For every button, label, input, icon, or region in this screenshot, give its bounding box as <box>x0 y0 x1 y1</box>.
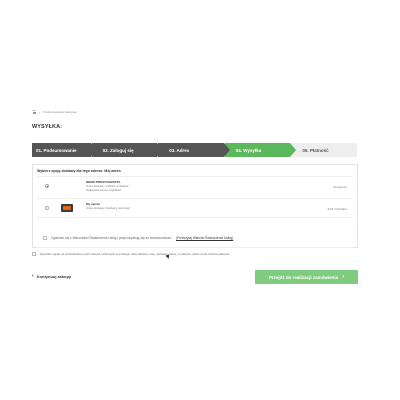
shipping-option-delivery-time: Czas dostawy: Delivery next day! <box>86 206 131 211</box>
shipping-option-store[interactable]: DEMO-PRESTASHOP.PL Czas dostawy: Odbiór … <box>37 176 353 196</box>
step-login[interactable]: 02. Zaloguj się <box>91 143 163 157</box>
shipping-header: Wybierz opcję dostawy dla tego adresu: M… <box>37 169 121 173</box>
data-consent: Wyrażam zgodę na przetwarzanie moich dan… <box>32 252 230 256</box>
mouse-cursor-icon <box>165 254 171 260</box>
terms-agreement: Zgadzam się z Warunkami Świadczenia Usłu… <box>43 236 233 240</box>
proceed-label: Przejdź do realizacji zamówienia <box>268 274 339 280</box>
shipping-panel: Wybierz opcję dostawy dla tego adresu: M… <box>32 164 358 248</box>
shipping-option-details: DEMO-PRESTASHOP.PL Czas dostawy: Odbiór … <box>86 180 129 193</box>
chevron-left-icon: ‹ <box>32 273 34 279</box>
breadcrumb-current: Podsumowanie zakupów <box>43 110 77 114</box>
terms-link[interactable]: (Przeczytaj Warunki Świadczenia Usług) <box>176 236 233 240</box>
step-address[interactable]: 03. Adres <box>158 143 230 157</box>
continue-shopping-link[interactable]: ‹ Kontynuuj zakupy <box>32 273 71 279</box>
page-title: WYSYŁKA: <box>32 124 63 130</box>
consent-checkbox[interactable] <box>32 252 36 256</box>
consent-text: Wyrażam zgodę na przetwarzanie moich dan… <box>40 252 230 256</box>
breadcrumb: › Podsumowanie zakupów <box>32 109 77 115</box>
home-icon[interactable] <box>32 110 36 114</box>
carrier-logo-icon <box>61 204 73 212</box>
checkout-steps: 01. Podsumowanie 02. Zaloguj się 03. Adr… <box>32 143 358 157</box>
proceed-to-checkout-button[interactable]: Przejdź do realizacji zamówienia › <box>255 270 358 284</box>
shipping-option-radio[interactable] <box>45 184 49 188</box>
terms-checkbox[interactable] <box>43 236 47 240</box>
terms-text: Zgadzam się z Warunkami Świadczenia Usłu… <box>51 236 173 240</box>
continue-shopping-label: Kontynuuj zakupy <box>36 273 72 279</box>
step-shipping: 04. Wysyłka <box>224 143 296 157</box>
shipping-option-price: 9,51 zł (brutto) <box>327 207 347 211</box>
shipping-option-price: Za darmo! <box>333 185 347 189</box>
panel-divider <box>37 247 353 248</box>
step-payment: 05. Płatność <box>291 143 357 157</box>
shipping-option-details: My carrier Czas dostawy: Delivery next d… <box>86 202 130 210</box>
shipping-option-carrier[interactable]: My carrier Czas dostawy: Delivery next d… <box>37 198 353 218</box>
chevron-right-icon: › <box>342 274 345 280</box>
shipping-option-note: Najlepsza cena i szybkość <box>86 188 122 193</box>
step-summary[interactable]: 01. Podsumowanie <box>32 143 97 157</box>
breadcrumb-separator: › <box>39 109 41 115</box>
shipping-option-radio[interactable] <box>45 206 49 210</box>
